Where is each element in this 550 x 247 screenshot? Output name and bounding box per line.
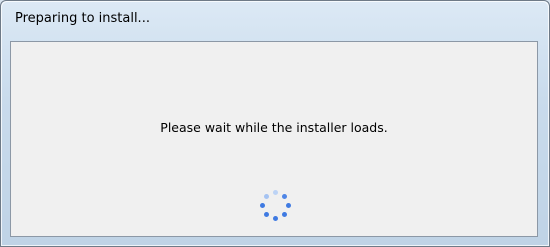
spinner-dot xyxy=(273,216,278,221)
spinner-dot xyxy=(282,212,287,217)
status-message: Please wait while the installer loads. xyxy=(160,120,388,135)
spinner-dot xyxy=(264,194,269,199)
installer-window: Preparing to install... Please wait whil… xyxy=(0,0,550,247)
spinner-dot xyxy=(273,190,278,195)
window-content: Please wait while the installer loads. xyxy=(10,41,538,237)
spinner-dot xyxy=(282,194,287,199)
spinner-dot xyxy=(286,203,291,208)
window-title: Preparing to install... xyxy=(15,11,150,26)
title-bar[interactable]: Preparing to install... xyxy=(1,1,549,37)
spinner-dot xyxy=(264,212,269,217)
spinner-dot xyxy=(260,203,265,208)
loading-spinner-icon xyxy=(256,186,296,226)
